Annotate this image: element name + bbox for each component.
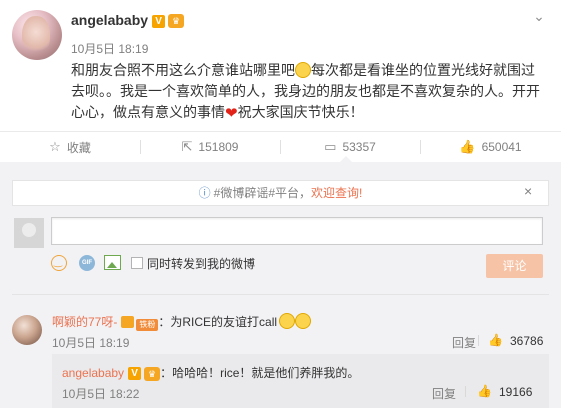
submit-comment-button[interactable]: 评论 [486, 254, 543, 278]
rumor-prefix[interactable]: #微博辟谣#平台， [214, 186, 311, 200]
vip-badge-icon: ♛ [144, 366, 161, 381]
heart-icon: ❤ [225, 105, 238, 122]
favorite-button[interactable]: ☆ 收藏 [0, 132, 140, 162]
repost-button[interactable]: ⇱ 151809 [140, 132, 280, 162]
reply-text: 哈哈哈！rice！就是他们养胖我的。 [172, 366, 360, 380]
like-count: 650041 [481, 140, 522, 154]
reply-action-divider [465, 386, 466, 397]
verified-badge-icon: V [128, 367, 142, 381]
comment-input[interactable] [51, 217, 543, 245]
vip-badge-icon: ♛ [168, 14, 185, 29]
comment-time: 10月5日 18:19 [52, 336, 130, 350]
thumbs-up-icon[interactable]: 👍 [488, 333, 503, 347]
action-bar: ☆ 收藏 ⇱ 151809 ▭ 53357 👍 650041 [0, 131, 561, 161]
my-avatar [14, 218, 44, 248]
like-button[interactable]: 👍 650041 [420, 132, 561, 162]
repost-icon: ⇱ [181, 139, 193, 154]
star-icon: ☆ [49, 139, 61, 154]
image-icon[interactable] [104, 255, 121, 270]
comment-line: 啊颖的77呀- 铁粉 ：为RICE的友谊打call [52, 313, 312, 331]
verified-badge-icon: V [152, 14, 166, 28]
comment-action-divider [478, 335, 479, 346]
repost-count: 151809 [198, 140, 239, 154]
laugh-emoji-icon [279, 313, 296, 329]
post-text-part3: 祝大家国庆节快乐！ [237, 104, 364, 120]
repost-checkbox-label[interactable]: 同时转发到我的微博 [147, 255, 255, 272]
thumbs-up-icon: 👍 [459, 139, 476, 154]
post-text: 和朋友合照不用这么介意谁站哪里吧 每次都是看谁坐的位置光线好就围过去呗。。我是一个… [71, 60, 541, 124]
reply-reply-button[interactable]: 回复 [432, 385, 456, 402]
author-avatar[interactable] [12, 10, 62, 60]
comment-count: 53357 [342, 140, 376, 154]
reply-user-name[interactable]: angelababy [62, 366, 124, 380]
post-time[interactable]: 10月5日 18:19 [71, 40, 148, 57]
info-icon: ⓘ [198, 186, 211, 200]
emoji-icon[interactable] [51, 255, 67, 271]
comment-reply-button[interactable]: 回复 [452, 334, 476, 351]
gif-icon[interactable]: GIF [79, 255, 95, 271]
reply-like-count: 19166 [499, 385, 533, 399]
laugh-emoji-icon [295, 313, 312, 329]
comment-colon: ： [158, 315, 171, 329]
close-icon[interactable]: × [524, 183, 532, 199]
rumor-notice-bar: ⓘ #微博辟谣#平台，欢迎查询! [12, 180, 549, 206]
chevron-down-icon[interactable]: ⌄ [531, 8, 547, 24]
comment-text: 为RICE的友谊打call [170, 315, 278, 329]
comment-like-count: 36786 [510, 334, 544, 348]
commenter-name[interactable]: 啊颖的77呀- [52, 315, 117, 329]
repost-checkbox[interactable] [131, 257, 143, 269]
author-name-row: angelababy V ♛ [71, 12, 185, 29]
author-name[interactable]: angelababy [71, 12, 148, 28]
thumbs-up-icon[interactable]: 👍 [477, 384, 492, 398]
reply-time: 10月5日 18:22 [62, 387, 140, 401]
favorite-label: 收藏 [66, 140, 91, 155]
reply-colon: ： [160, 366, 173, 380]
comment-icon: ▭ [324, 139, 337, 154]
commenter-avatar[interactable] [12, 315, 42, 345]
rumor-highlight-link[interactable]: 欢迎查询! [311, 186, 362, 200]
member-badge-icon [121, 316, 135, 328]
post-text-part1: 和朋友合照不用这么介意谁站哪里吧 [71, 62, 295, 78]
divider [12, 294, 549, 295]
laugh-emoji-icon [295, 62, 311, 78]
reply-line: angelababy V ♛ ：哈哈哈！rice！就是他们养胖我的。 [62, 364, 359, 381]
fan-badge: 铁粉 [136, 319, 159, 331]
